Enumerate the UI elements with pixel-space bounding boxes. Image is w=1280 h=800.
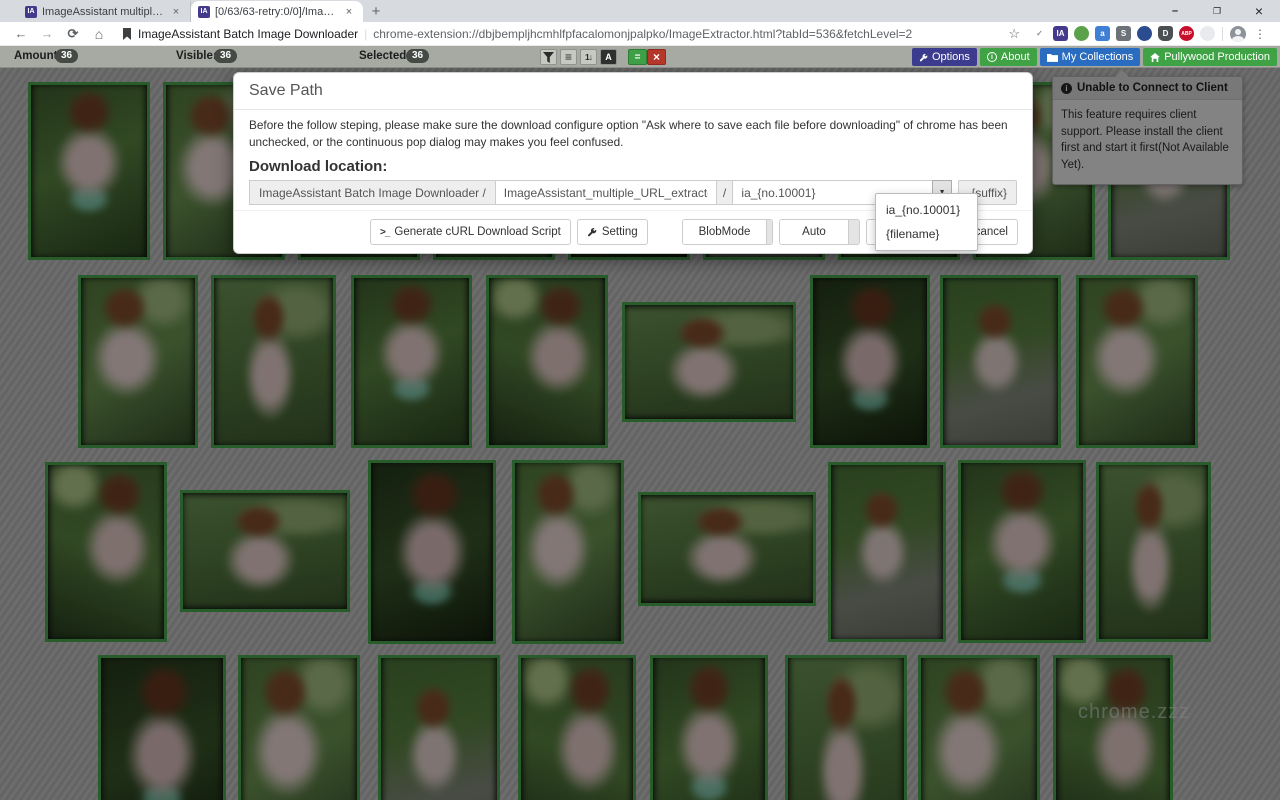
window-controls (1154, 0, 1280, 22)
tab-close-icon[interactable] (169, 5, 183, 19)
dialog-note: Before the follow steping, please make s… (249, 117, 1017, 151)
blue-extension-icon[interactable] (1137, 26, 1152, 41)
shield-extension-icon[interactable]: D (1158, 26, 1173, 41)
path-separator: / (716, 180, 734, 205)
new-tab-button[interactable] (363, 1, 389, 22)
s-extension-icon[interactable]: S (1116, 26, 1131, 41)
download-location-label: Download location: (249, 158, 1017, 175)
image-grid-area: chrome.zzz Unable to Connect to Client T… (0, 68, 1280, 800)
toolbar-divider (1222, 27, 1223, 41)
minimize-button[interactable] (1154, 0, 1196, 22)
check-icon[interactable]: ✓ (1032, 26, 1047, 41)
dialog-body: Before the follow steping, please make s… (234, 110, 1032, 205)
cancel-label: cancel (975, 226, 1008, 238)
forward-icon[interactable] (36, 26, 58, 41)
equals-green-button[interactable] (628, 49, 647, 65)
visible-label: Visible: (176, 50, 217, 62)
dropdown-option[interactable]: ia_{no.10001} (876, 198, 977, 222)
grey-extension-icon[interactable] (1200, 26, 1215, 41)
generate-curl-label: Generate cURL Download Script (394, 226, 560, 238)
home-icon[interactable] (88, 26, 110, 42)
bookmark-star-icon[interactable] (1008, 26, 1020, 42)
about-button[interactable]: About (980, 48, 1037, 66)
setting-label: Setting (602, 226, 638, 238)
selected-badge: 36 (406, 49, 429, 63)
filename-pattern-dropdown: ia_{no.10001}{filename} (875, 193, 978, 251)
url-separator: | (364, 27, 367, 41)
path-root-addon: ImageAssistant Batch Image Downloader / (249, 180, 496, 205)
dialog-title: Save Path (234, 73, 1032, 110)
info-icon (987, 52, 997, 62)
tab-1-label: ImageAssistant multiple URL e (42, 6, 164, 18)
options-button[interactable]: Options (912, 48, 977, 66)
visible-badge: 36 (214, 49, 237, 63)
terminal-icon (380, 227, 389, 238)
blobmode-state: OFF (766, 220, 773, 244)
tab-2-label: [0/63/63-retry:0/0]/ImageAssi (215, 6, 337, 18)
ia-favicon: IA (198, 6, 210, 18)
sort-icon[interactable] (580, 49, 597, 65)
extension-icons: ✓ IA aS D ABP (1032, 26, 1215, 41)
selected-label: Selected: (359, 50, 410, 62)
filter-icon[interactable] (540, 49, 557, 65)
ia-favicon: IA (25, 6, 37, 18)
extension-pin-icon (122, 28, 132, 40)
profile-avatar-icon[interactable] (1230, 26, 1246, 42)
list-icon[interactable] (560, 49, 577, 65)
dropdown-option[interactable]: {filename} (876, 222, 977, 246)
tab-strip: IA ImageAssistant multiple URL e IA [0/6… (0, 0, 1280, 22)
browser-navbar: ImageAssistant Batch Image Downloader | … (0, 22, 1280, 46)
close-window-button[interactable] (1238, 0, 1280, 22)
ia-toolbar-right: Options About My Collections Pullywood P… (912, 48, 1277, 66)
setting-button[interactable]: Setting (577, 219, 648, 245)
about-label: About (1001, 51, 1030, 63)
my-collections-button[interactable]: My Collections (1040, 48, 1141, 66)
green-extension-icon[interactable] (1074, 26, 1089, 41)
tab-close-icon[interactable] (342, 5, 356, 19)
auto-label: Auto (780, 220, 848, 244)
generate-curl-button[interactable]: Generate cURL Download Script (370, 219, 571, 245)
blobmode-label: BlobMode (683, 220, 767, 244)
translate-extension-icon[interactable]: a (1095, 26, 1110, 41)
letter-a-icon[interactable] (600, 49, 617, 65)
address-bar[interactable]: ImageAssistant Batch Image Downloader | … (114, 24, 1028, 44)
my-collections-label: My Collections (1062, 51, 1134, 63)
reload-icon[interactable] (62, 26, 84, 42)
auto-toggle[interactable]: Auto OFF (779, 219, 859, 245)
ia-toolbar: Amount: 36 Visible: 36 Selected: 36 Opti… (0, 46, 1280, 68)
auto-state: OFF (848, 220, 860, 244)
back-icon[interactable] (10, 26, 32, 41)
extension-name-text: ImageAssistant Batch Image Downloader (138, 27, 358, 41)
browser-menu-icon[interactable] (1250, 27, 1270, 41)
image-assistant-icon[interactable]: IA (1053, 26, 1068, 41)
pullywood-production-button[interactable]: Pullywood Production (1143, 48, 1277, 66)
tab-1[interactable]: IA ImageAssistant multiple URL e (18, 1, 191, 22)
folder-name-input[interactable] (495, 180, 717, 205)
url-text: chrome-extension://dbjbempljhcmhlfpfacal… (373, 27, 1002, 41)
restore-button[interactable] (1196, 0, 1238, 22)
close-red-button[interactable] (647, 49, 666, 65)
blobmode-toggle[interactable]: BlobMode OFF (682, 219, 774, 245)
pullywood-production-label: Pullywood Production (1164, 51, 1270, 63)
amount-badge: 36 (55, 49, 78, 63)
options-label: Options (932, 51, 970, 63)
browser-window: IA ImageAssistant multiple URL e IA [0/6… (0, 0, 1280, 800)
abp-extension-icon[interactable]: ABP (1179, 26, 1194, 41)
tab-2-active[interactable]: IA [0/63/63-retry:0/0]/ImageAssi (191, 1, 363, 22)
